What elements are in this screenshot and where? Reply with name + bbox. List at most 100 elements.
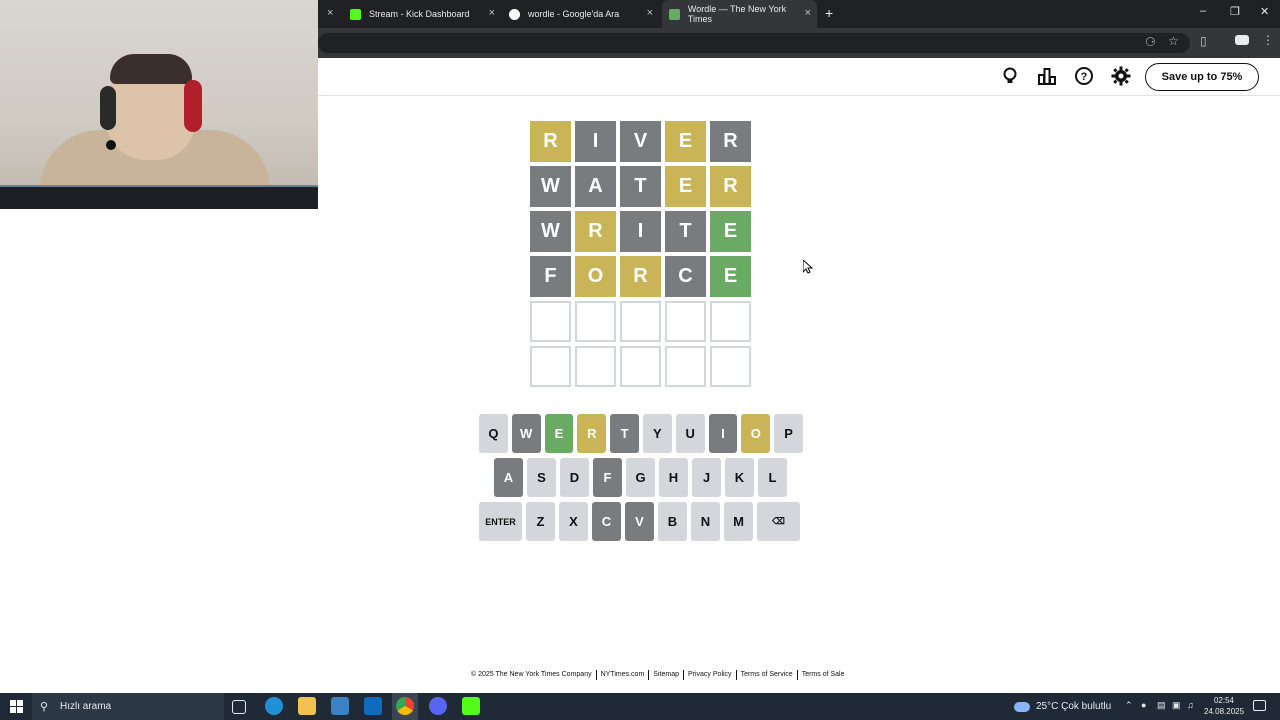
board-row: RIVER [530, 121, 751, 162]
edge-icon[interactable] [265, 697, 283, 715]
weather-text: 25°C Çok bulutlu [1036, 701, 1112, 712]
footer-links: © 2025 The New York Times Company NYTime… [467, 669, 848, 681]
lightbulb-icon[interactable] [1000, 66, 1020, 86]
tab-google-search[interactable]: wordle - Google'da Ara × [509, 0, 653, 28]
key-p[interactable]: P [774, 414, 803, 453]
webcam-monitor [0, 185, 318, 209]
network-icon[interactable]: ▣ [1172, 700, 1181, 711]
board-row [530, 301, 751, 342]
profile-icon[interactable] [1235, 35, 1249, 45]
new-tab-button[interactable]: + [825, 5, 833, 21]
settings-icon[interactable] [1111, 66, 1131, 86]
key-n[interactable]: N [691, 502, 720, 541]
key-m[interactable]: M [724, 502, 753, 541]
footer-link-terms-sale[interactable]: Terms of Sale [798, 670, 849, 680]
backspace-key[interactable]: ⌫ [757, 502, 800, 541]
close-tab-icon[interactable]: × [327, 7, 333, 19]
key-t[interactable]: T [610, 414, 639, 453]
bookmark-star-icon[interactable]: ☆ [1168, 34, 1179, 48]
menu-icon[interactable]: ⋮ [1262, 33, 1274, 47]
system-tray: 25°C Çok bulutlu [1014, 693, 1111, 720]
tray-chevron-icon[interactable]: ⌃ [1125, 700, 1133, 711]
board-tile: T [665, 211, 706, 252]
board-row: WATER [530, 166, 751, 207]
key-h[interactable]: H [659, 458, 688, 497]
start-icon[interactable] [10, 700, 23, 713]
board-tile: R [530, 121, 571, 162]
key-g[interactable]: G [626, 458, 655, 497]
translate-icon[interactable]: ⚆ [1145, 35, 1156, 49]
board-tile: W [530, 166, 571, 207]
discord-icon[interactable] [429, 697, 447, 715]
language-icon[interactable]: ▤ [1157, 700, 1166, 711]
key-i[interactable]: I [708, 414, 738, 453]
wordle-board: RIVERWATERWRITEFORCE [530, 121, 751, 389]
board-tile: R [710, 121, 751, 162]
key-o[interactable]: O [741, 414, 771, 453]
chrome-icon[interactable] [396, 697, 414, 715]
leaderboard-icon[interactable] [1037, 66, 1057, 86]
key-s[interactable]: S [527, 458, 556, 497]
key-j[interactable]: J [692, 458, 721, 497]
omnibox[interactable] [318, 33, 1190, 53]
microphone-icon[interactable]: ● [1141, 700, 1146, 710]
key-k[interactable]: K [725, 458, 754, 497]
board-tile [665, 346, 706, 387]
key-l[interactable]: L [758, 458, 787, 497]
key-a[interactable]: A [494, 458, 523, 497]
footer-link-nytimes[interactable]: NYTimes.com [597, 670, 650, 680]
board-tile: R [620, 256, 661, 297]
taskbar-clock[interactable]: 02:54 24.08.2025 [1204, 695, 1244, 717]
key-u[interactable]: U [675, 414, 705, 453]
store-icon[interactable] [331, 697, 349, 715]
close-tab-icon[interactable]: × [489, 7, 495, 19]
key-y[interactable]: Y [642, 414, 672, 453]
restore-icon[interactable]: ❐ [1230, 5, 1240, 18]
svg-text:?: ? [1081, 71, 1088, 83]
footer-link-sitemap[interactable]: Sitemap [649, 670, 684, 680]
site-header [318, 58, 1280, 96]
key-v[interactable]: V [625, 502, 654, 541]
board-tile: E [665, 121, 706, 162]
help-icon[interactable]: ? [1074, 66, 1094, 86]
tab-wordle[interactable]: Wordle — The New York Times × [669, 0, 811, 28]
tab-kick-dashboard[interactable]: Stream - Kick Dashboard × [350, 0, 495, 28]
search-icon: ⚲ [40, 701, 49, 713]
kick-app-icon[interactable] [462, 697, 480, 715]
board-tile: W [530, 211, 571, 252]
footer-link-privacy[interactable]: Privacy Policy [684, 670, 737, 680]
outlook-icon[interactable] [364, 697, 382, 715]
key-x[interactable]: X [559, 502, 588, 541]
notifications-icon[interactable] [1253, 700, 1266, 711]
volume-icon[interactable]: ♫ [1187, 700, 1194, 710]
taskbar-search[interactable]: ⚲ Hızlı arama [32, 693, 224, 720]
save-up-to-75-button[interactable]: Save up to 75% [1145, 63, 1259, 91]
close-tab-icon[interactable]: × [647, 7, 653, 19]
key-d[interactable]: D [560, 458, 589, 497]
key-f[interactable]: F [593, 458, 622, 497]
task-view-icon[interactable] [232, 700, 246, 714]
key-c[interactable]: C [592, 502, 621, 541]
key-z[interactable]: Z [526, 502, 555, 541]
board-row: FORCE [530, 256, 751, 297]
clock-time: 02:54 [1213, 696, 1235, 705]
extensions-icon[interactable]: ▯ [1200, 34, 1207, 48]
minimize-icon[interactable]: – [1200, 5, 1206, 17]
board-tile: E [710, 256, 751, 297]
board-tile: F [530, 256, 571, 297]
footer-link-terms-service[interactable]: Terms of Service [737, 670, 798, 680]
board-tile [620, 346, 661, 387]
file-explorer-icon[interactable] [298, 697, 316, 715]
key-e[interactable]: E [544, 414, 574, 453]
board-tile: E [665, 166, 706, 207]
window-close-icon[interactable]: ✕ [1260, 5, 1269, 18]
key-w[interactable]: W [511, 414, 541, 453]
close-tab-icon[interactable]: × [805, 7, 811, 19]
kick-icon [350, 8, 361, 20]
enter-key[interactable]: ENTER [479, 502, 522, 541]
key-q[interactable]: Q [479, 414, 508, 453]
key-b[interactable]: B [658, 502, 687, 541]
weather-icon [1014, 701, 1030, 712]
board-tile: T [620, 166, 661, 207]
key-r[interactable]: R [577, 414, 607, 453]
